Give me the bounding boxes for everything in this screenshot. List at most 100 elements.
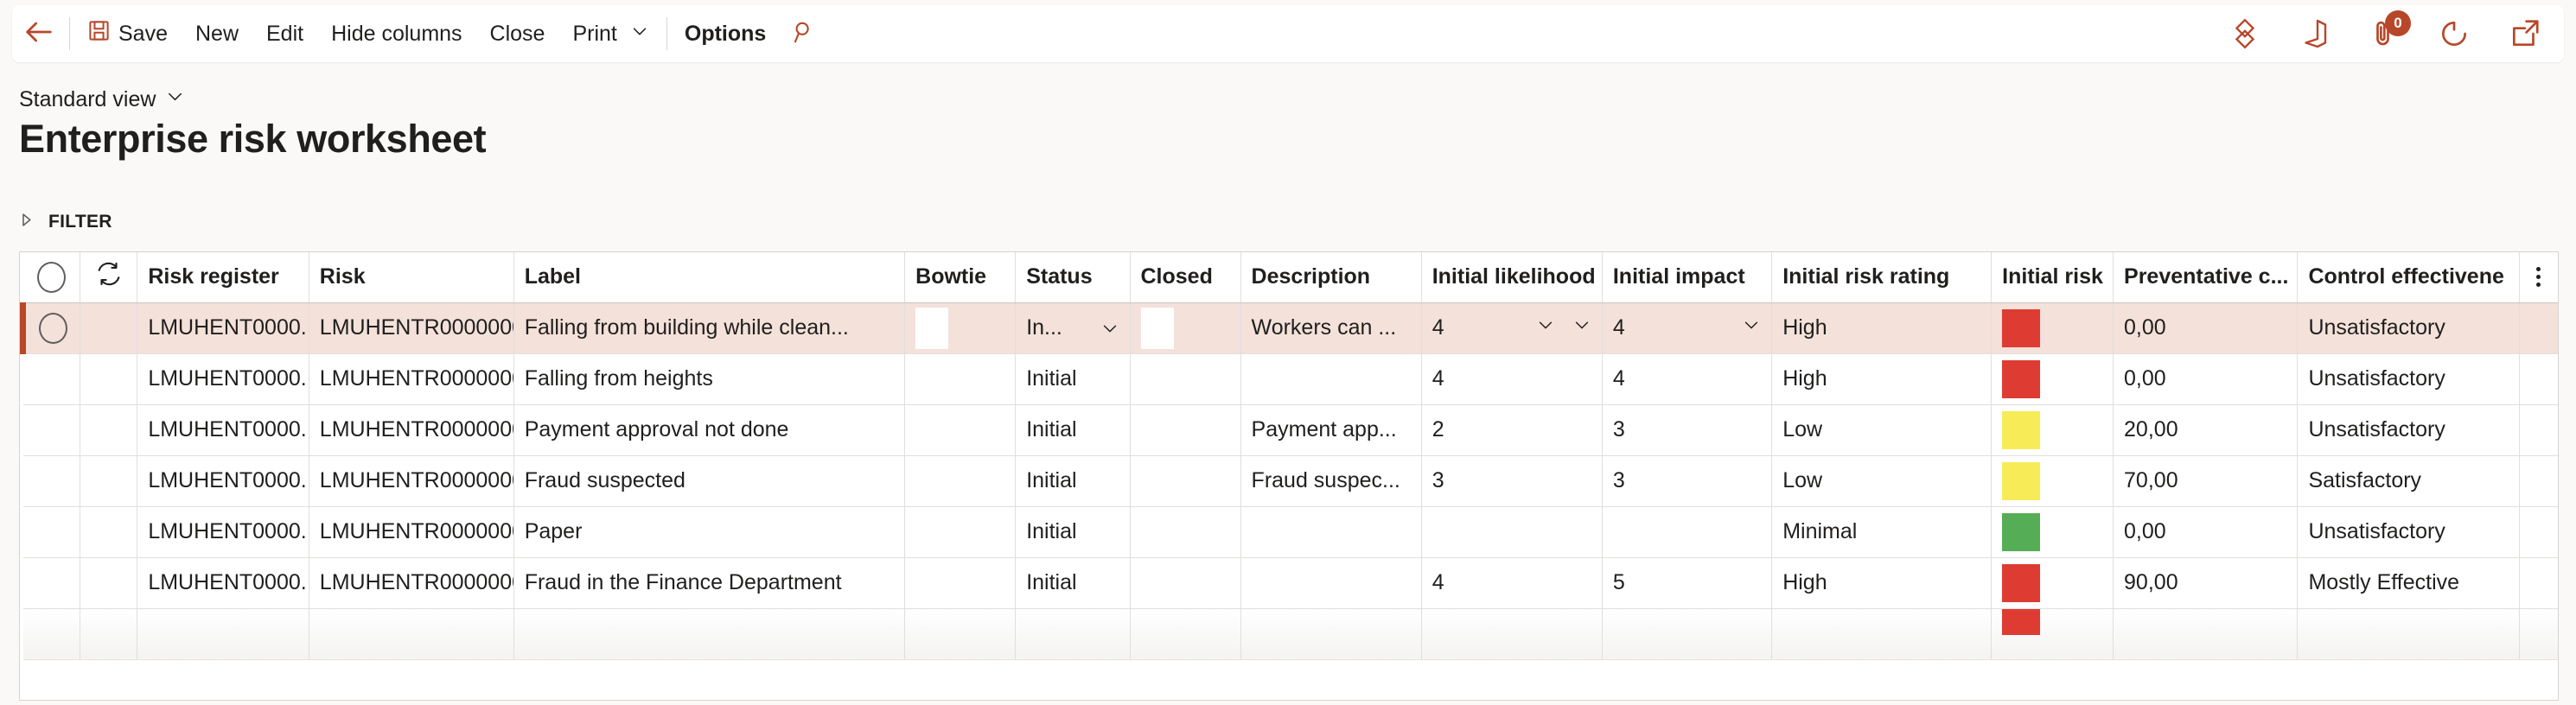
chevron-down-icon[interactable]: [1572, 315, 1591, 340]
print-menu-button[interactable]: Print: [558, 14, 662, 54]
cell-closed[interactable]: [1130, 608, 1241, 660]
edit-button[interactable]: Edit: [252, 14, 317, 54]
cell-status[interactable]: Initial: [1015, 506, 1131, 558]
cell-bowtie[interactable]: [904, 353, 1017, 405]
column-header-status[interactable]: Status: [1015, 252, 1131, 303]
closed-checkbox[interactable]: [1140, 307, 1174, 349]
chevron-down-icon[interactable]: [1100, 319, 1119, 338]
cell-status[interactable]: Initial: [1015, 353, 1131, 405]
bowtie-diamond-icon[interactable]: [2228, 17, 2261, 50]
cell-status[interactable]: In...: [1015, 302, 1131, 354]
office-app-icon[interactable]: [2299, 18, 2331, 49]
cell-initial-impact[interactable]: 4: [1602, 353, 1773, 405]
cell-bowtie[interactable]: [904, 608, 1017, 660]
column-header-risk[interactable]: Risk: [309, 252, 514, 303]
cell-closed[interactable]: [1130, 302, 1241, 354]
column-header-bowtie[interactable]: Bowtie: [904, 252, 1017, 303]
column-options-button[interactable]: [2519, 252, 2558, 303]
back-button[interactable]: [12, 5, 66, 62]
header-select-all[interactable]: [22, 252, 81, 303]
cell-closed[interactable]: [1130, 353, 1241, 405]
column-header-description[interactable]: Description: [1240, 252, 1422, 303]
cell-bowtie[interactable]: [904, 557, 1017, 609]
table-row[interactable]: LMUHENT0000... LMUHENTR000000019 Paper I…: [22, 506, 2558, 558]
column-header-initial-impact[interactable]: Initial impact: [1602, 252, 1773, 303]
column-header-initial-risk[interactable]: Initial risk: [1991, 252, 2114, 303]
table-row[interactable]: LMUHENT0000... LMUHENTR000000025 Falling…: [20, 302, 2558, 354]
cell-status[interactable]: [1015, 608, 1131, 660]
save-button[interactable]: Save: [73, 14, 182, 54]
cell-bowtie[interactable]: [904, 302, 1017, 354]
row-select-cell[interactable]: [22, 404, 81, 456]
cell-initial-impact[interactable]: 3: [1602, 404, 1773, 456]
cell-risk-register[interactable]: LMUHENT0000...: [137, 506, 309, 558]
column-header-label[interactable]: Label: [513, 252, 906, 303]
cell-initial-impact[interactable]: 4: [1602, 302, 1773, 354]
view-selector[interactable]: Standard view: [19, 86, 185, 112]
chevron-down-icon[interactable]: [1536, 315, 1555, 340]
cell-status[interactable]: Initial: [1015, 404, 1131, 456]
new-button[interactable]: New: [182, 14, 252, 54]
cell-initial-likelihood[interactable]: [1421, 506, 1603, 558]
row-select-cell[interactable]: [22, 455, 81, 507]
cell-closed[interactable]: [1130, 404, 1241, 456]
column-header-initial-likelihood[interactable]: Initial likelihood: [1421, 252, 1603, 303]
column-header-risk-register[interactable]: Risk register: [137, 252, 309, 303]
row-select-cell[interactable]: [22, 608, 81, 660]
refresh-icon[interactable]: [2438, 17, 2471, 50]
cell-closed[interactable]: [1130, 557, 1241, 609]
column-header-preventative-cost[interactable]: Preventative c...: [2113, 252, 2299, 303]
table-row-partial[interactable]: [22, 608, 2558, 660]
cell-initial-impact[interactable]: [1602, 608, 1773, 660]
column-header-closed[interactable]: Closed: [1130, 252, 1241, 303]
column-header-control-effectiveness[interactable]: Control effectivene: [2297, 252, 2520, 303]
search-icon: [791, 19, 817, 49]
options-button[interactable]: Options: [671, 14, 780, 54]
header-refresh-rows[interactable]: [80, 252, 138, 303]
cell-initial-likelihood[interactable]: 2: [1421, 404, 1603, 456]
row-select-cell[interactable]: [22, 557, 81, 609]
table-row[interactable]: LMUHENT0000... LMUHENTR000000022 Payment…: [22, 404, 2558, 456]
cell-risk-register[interactable]: [137, 608, 309, 660]
cell-status[interactable]: Initial: [1015, 557, 1131, 609]
cell-initial-likelihood[interactable]: 4: [1421, 557, 1603, 609]
cell-initial-impact[interactable]: [1602, 506, 1773, 558]
table-row[interactable]: LMUHENT0000... LMUHENTR000000021 Fraud s…: [22, 455, 2558, 507]
attachment-icon[interactable]: 0: [2369, 10, 2411, 49]
cell-preventative-cost: 0,00: [2113, 302, 2299, 354]
cell-bowtie[interactable]: [904, 506, 1017, 558]
table-row[interactable]: LMUHENT0000... LMUHENTR000000023 Falling…: [22, 353, 2558, 405]
cell-initial-likelihood[interactable]: 4: [1421, 302, 1603, 354]
edit-label: Edit: [266, 21, 304, 46]
table-row[interactable]: LMUHENT0000... LMUHENTR000000006 Fraud i…: [22, 557, 2558, 609]
cell-risk-register[interactable]: LMUHENT0000...: [137, 404, 309, 456]
triangle-right-icon: [19, 213, 34, 232]
cell-initial-likelihood[interactable]: [1421, 608, 1603, 660]
cell-status[interactable]: Initial: [1015, 455, 1131, 507]
cell-bowtie[interactable]: [904, 404, 1017, 456]
chevron-down-icon[interactable]: [1742, 315, 1761, 340]
cell-initial-likelihood[interactable]: 4: [1421, 353, 1603, 405]
cell-initial-likelihood[interactable]: 3: [1421, 455, 1603, 507]
cell-risk-register[interactable]: LMUHENT0000...: [137, 557, 309, 609]
cell-closed[interactable]: [1130, 455, 1241, 507]
command-bar: Save New Edit Hide columns Close Print O…: [12, 5, 2564, 62]
cell-risk-register[interactable]: LMUHENT0000...: [137, 302, 309, 354]
cell-closed[interactable]: [1130, 506, 1241, 558]
cell-risk-register[interactable]: LMUHENT0000...: [137, 353, 309, 405]
open-in-new-window-icon[interactable]: [2509, 17, 2541, 50]
cell-bowtie[interactable]: [904, 455, 1017, 507]
cell-initial-impact[interactable]: 5: [1602, 557, 1773, 609]
cell-risk-register[interactable]: LMUHENT0000...: [137, 455, 309, 507]
row-select-cell[interactable]: [20, 302, 81, 354]
row-select-cell[interactable]: [22, 353, 81, 405]
bowtie-checkbox[interactable]: [915, 307, 949, 349]
search-button[interactable]: [780, 14, 828, 54]
cell-initial-impact[interactable]: 3: [1602, 455, 1773, 507]
hide-columns-button[interactable]: Hide columns: [317, 14, 475, 54]
risk-color-swatch: [2002, 512, 2041, 551]
row-select-cell[interactable]: [22, 506, 81, 558]
filter-expander[interactable]: FILTER: [19, 212, 112, 232]
close-button[interactable]: Close: [476, 14, 559, 54]
column-header-initial-risk-rating[interactable]: Initial risk rating: [1771, 252, 1993, 303]
